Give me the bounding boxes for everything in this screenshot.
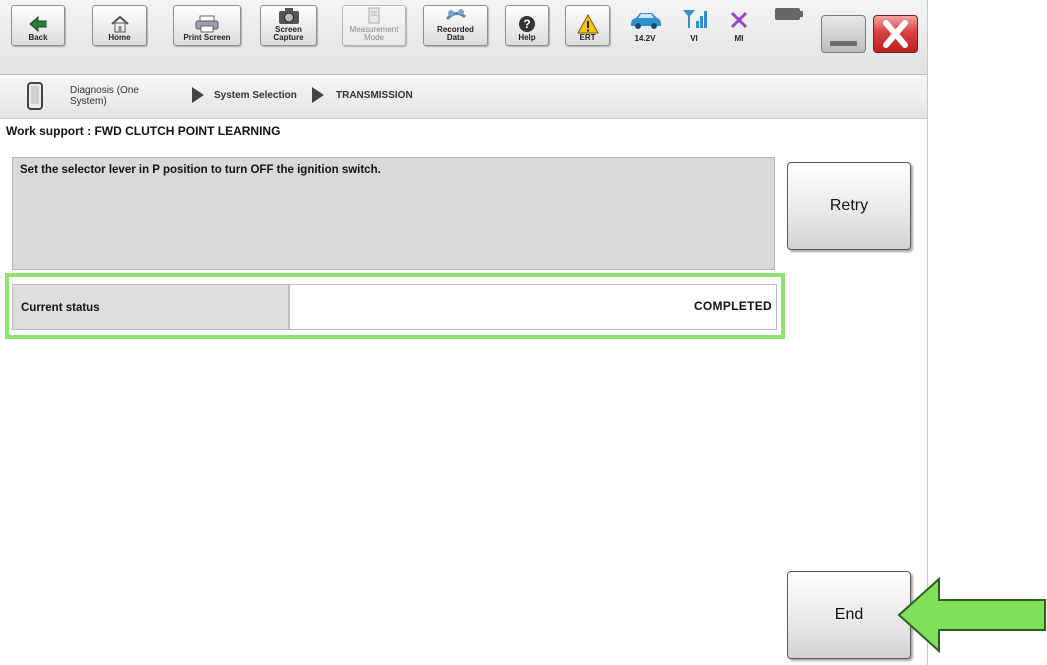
pointer-arrow-icon (897, 576, 1046, 654)
recorded-data-icon (443, 6, 469, 26)
battery-icon (774, 7, 804, 26)
breadcrumb-system-selection[interactable]: System Selection (214, 90, 297, 101)
diagnosis-device-icon (27, 82, 43, 115)
ert-button[interactable]: ERT (565, 5, 610, 46)
breadcrumb-arrow-icon (191, 86, 205, 109)
camera-icon (276, 6, 302, 26)
screen-capture-button[interactable]: Screen Capture (260, 5, 317, 46)
page-title: Work support : FWD CLUTCH POINT LEARNING (6, 124, 281, 138)
vi-signal-indicator: VI (676, 5, 712, 46)
help-button[interactable]: ? Help (505, 5, 549, 46)
breadcrumb-diagnosis[interactable]: Diagnosis (One System) (70, 85, 160, 107)
toolbar: Back Home Print Screen Screen Capture Me… (0, 0, 927, 75)
back-arrow-icon (25, 14, 51, 34)
close-icon (883, 20, 908, 48)
printer-icon (194, 14, 220, 34)
print-screen-button[interactable]: Print Screen (173, 5, 241, 46)
instruction-message: Set the selector lever in P position to … (20, 164, 381, 176)
battery-indicator (767, 5, 811, 46)
battery-voltage-indicator: 14.2V (624, 5, 666, 46)
mi-indicator: MI (721, 5, 757, 46)
app-window: Back Home Print Screen Screen Capture Me… (0, 0, 928, 665)
home-icon (107, 14, 133, 34)
breadcrumb-transmission[interactable]: TRANSMISSION (336, 90, 413, 101)
measurement-mode-button[interactable]: Measurement Mode (342, 5, 406, 46)
close-button[interactable] (873, 15, 918, 53)
home-button[interactable]: Home (92, 5, 147, 46)
breadcrumb-arrow-icon (311, 86, 325, 109)
signal-icon (681, 8, 707, 35)
warning-icon (575, 14, 601, 34)
help-icon: ? (514, 14, 540, 34)
svg-text:?: ? (523, 17, 530, 31)
breadcrumb: Diagnosis (One System) System Selection … (0, 75, 927, 119)
x-mark-icon (729, 10, 749, 35)
measurement-icon (361, 6, 387, 26)
car-icon (628, 10, 662, 35)
retry-button[interactable]: Retry (787, 162, 911, 250)
message-panel: Set the selector lever in P position to … (12, 157, 775, 270)
end-button[interactable]: End (787, 571, 911, 659)
back-button[interactable]: Back (11, 5, 65, 46)
recorded-data-button[interactable]: Recorded Data (423, 5, 488, 46)
status-highlight-box (5, 273, 785, 339)
minimize-button[interactable] (821, 15, 866, 53)
